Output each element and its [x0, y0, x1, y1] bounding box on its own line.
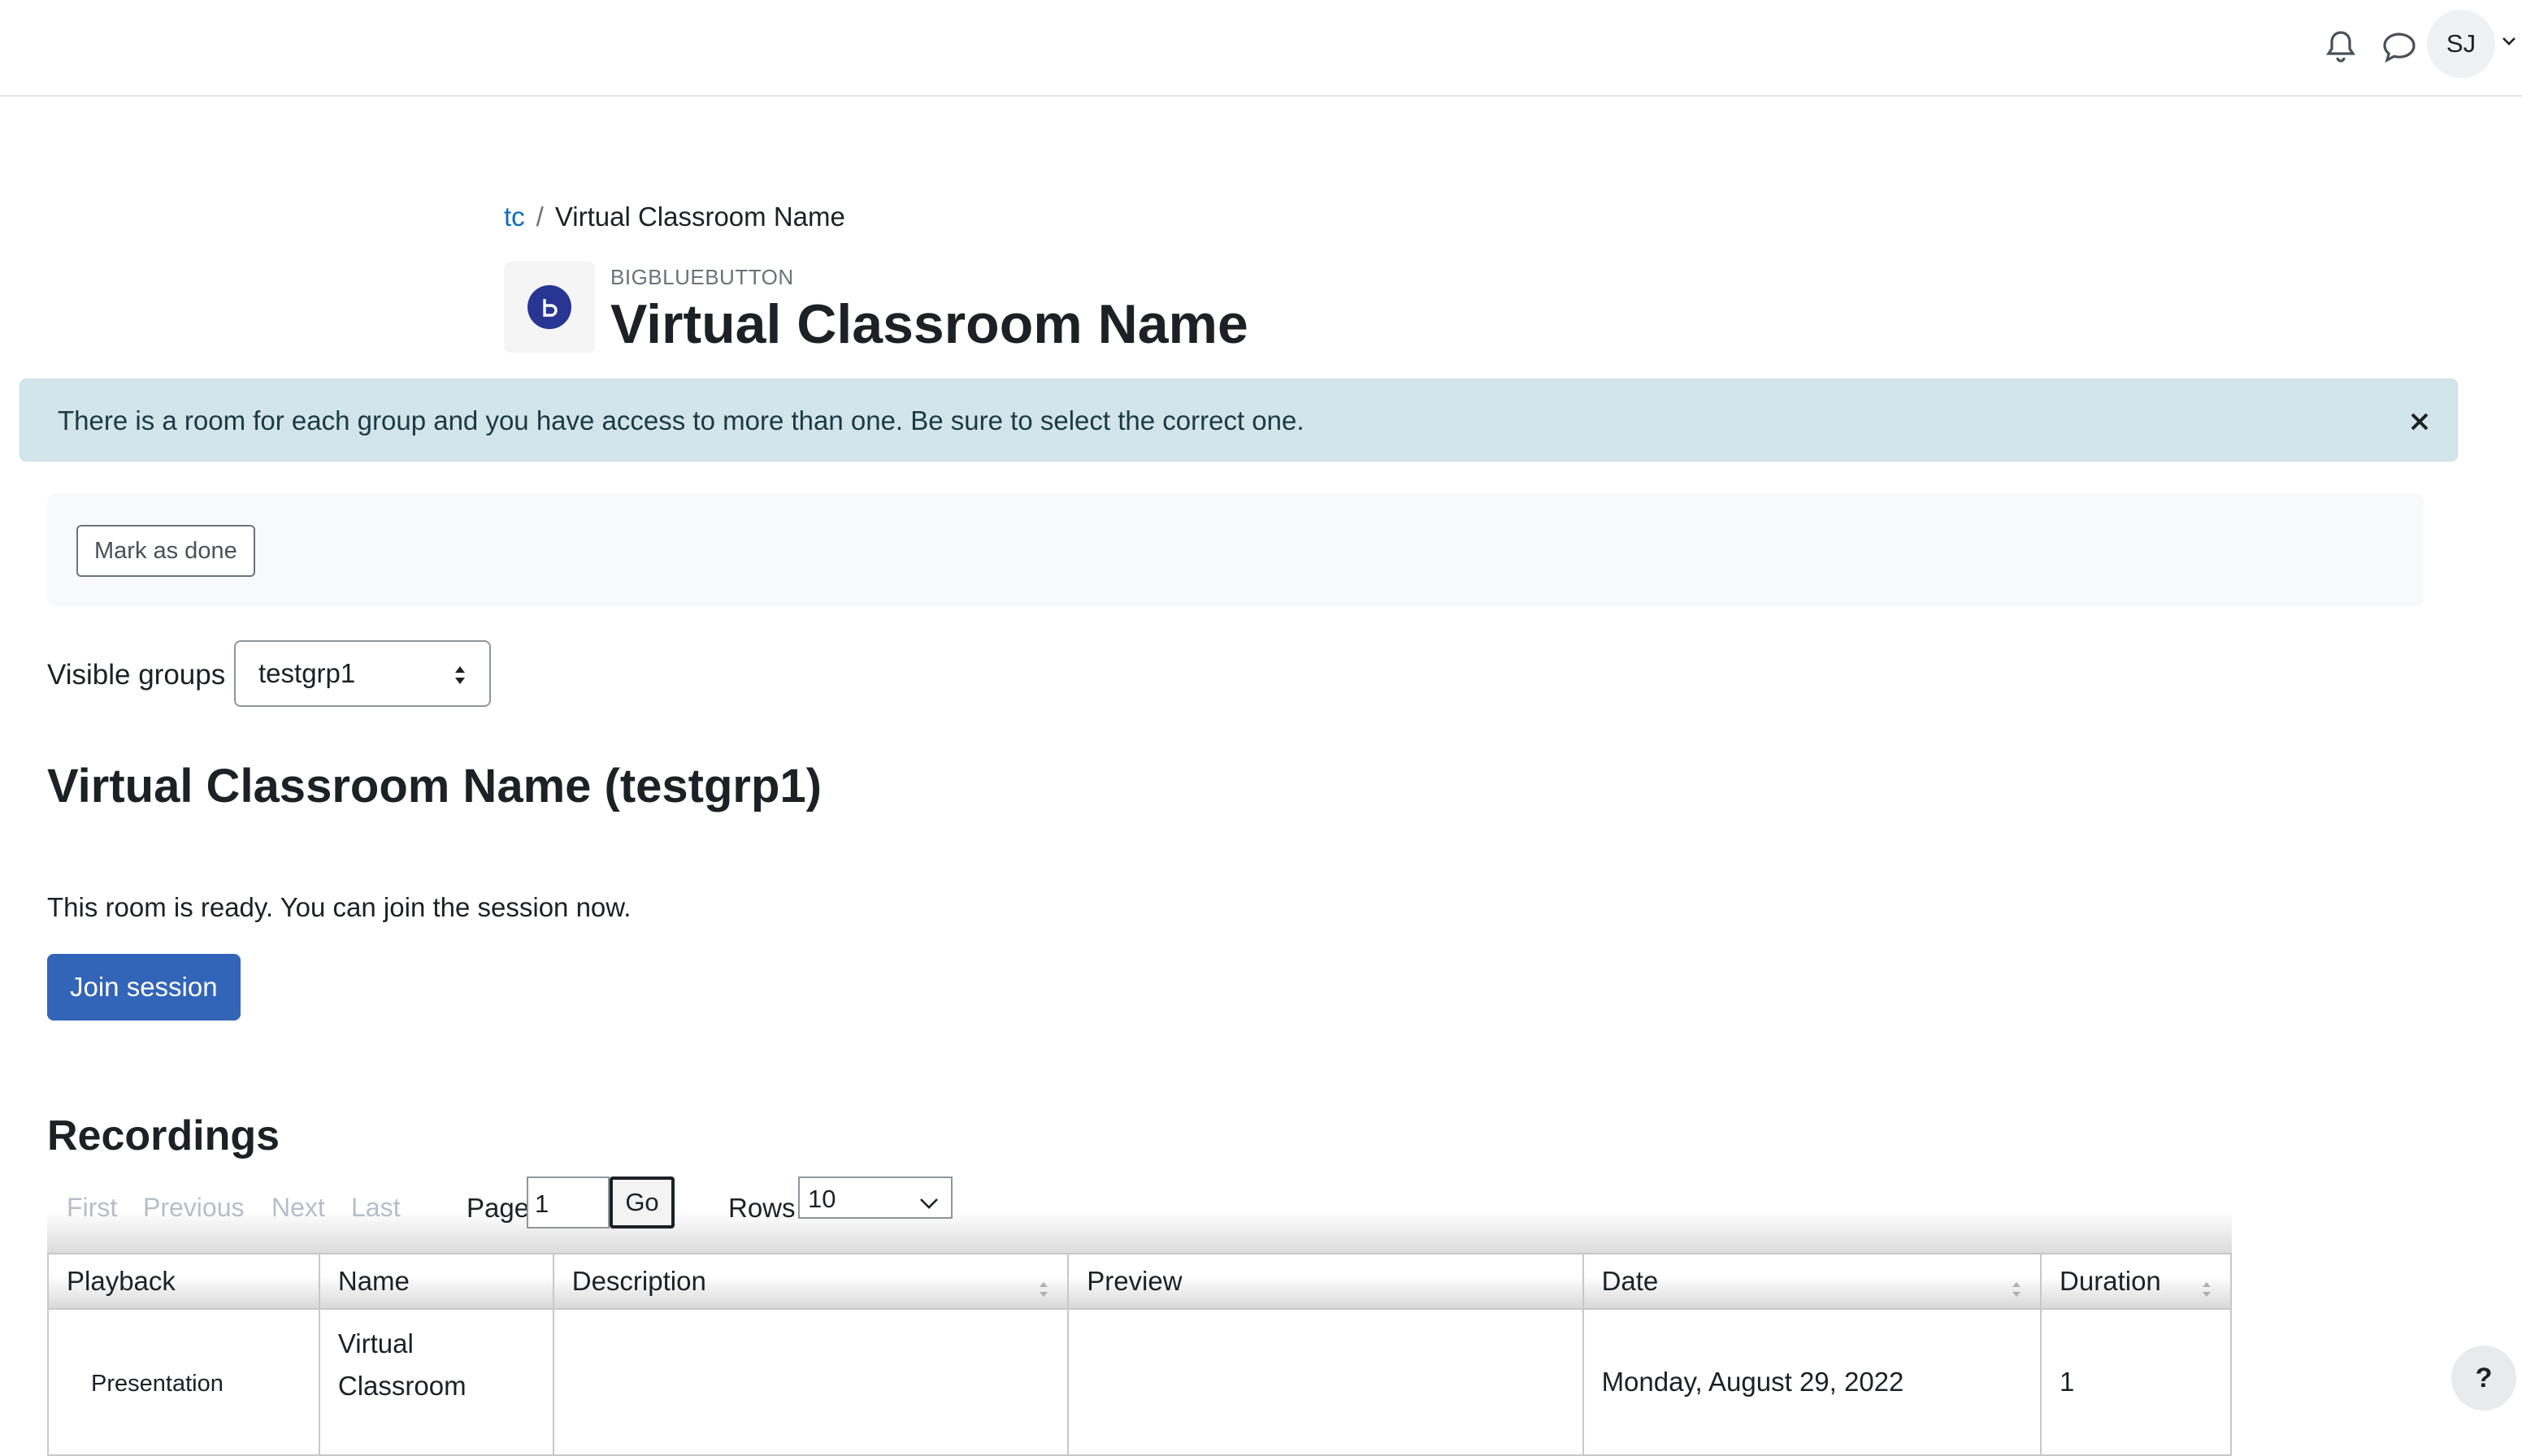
column-header-playback[interactable]: Playback [47, 1253, 320, 1310]
pager-rows-value: 10 [808, 1185, 836, 1213]
activity-type-label: BIGBLUEBUTTON [610, 265, 794, 289]
table-header-row: Playback Name Description Preview Date D… [47, 1253, 2232, 1310]
visible-groups-selected: testgrp1 [258, 658, 356, 688]
column-header-date[interactable]: Date [1582, 1253, 2042, 1310]
select-arrows-icon [452, 663, 468, 694]
cell-name: Virtual Classroom [318, 1308, 554, 1456]
cell-duration: 1 [2040, 1308, 2232, 1456]
help-button[interactable]: ? [2451, 1346, 2516, 1410]
info-alert: There is a room for each group and you h… [20, 379, 2458, 462]
pager-rows-label: Rows [728, 1193, 796, 1223]
column-header-preview[interactable]: Preview [1067, 1253, 1584, 1310]
chevron-down-icon [918, 1188, 940, 1217]
sort-icon [1036, 1276, 1051, 1306]
activity-icon-box [504, 262, 595, 353]
join-session-button[interactable]: Join session [47, 954, 241, 1020]
breadcrumb-course-link[interactable]: tc [504, 202, 525, 232]
table-row: Presentation Virtual Classroom Monday, A… [47, 1308, 2232, 1456]
breadcrumb-separator: / [536, 202, 544, 232]
bigbluebutton-icon [527, 285, 571, 329]
room-status-text: This room is ready. You can join the ses… [47, 892, 632, 922]
cell-date: Monday, August 29, 2022 [1582, 1308, 2042, 1456]
sort-icon [2009, 1276, 2024, 1306]
chevron-down-icon[interactable] [2502, 29, 2520, 54]
column-header-duration[interactable]: Duration [2040, 1253, 2232, 1310]
alert-message: There is a room for each group and you h… [58, 405, 1304, 436]
column-header-description[interactable]: Description [552, 1253, 1070, 1310]
recordings-pager: First Previous Next Last Page 1 Go Rows … [47, 1176, 2232, 1253]
top-navbar: SJ [0, 0, 2522, 97]
page-title: Virtual Classroom Name [610, 293, 1248, 355]
sort-icon [2199, 1276, 2214, 1306]
pager-last-link[interactable]: Last [351, 1193, 400, 1223]
user-avatar[interactable]: SJ [2427, 10, 2495, 78]
pager-previous-link[interactable]: Previous [143, 1193, 245, 1223]
activity-completion-panel: Mark as done [47, 494, 2424, 606]
breadcrumb: tc / Virtual Classroom Name [504, 202, 845, 232]
notifications-bell-icon[interactable] [2315, 21, 2367, 73]
messages-chat-icon[interactable] [2373, 21, 2425, 73]
visible-groups-select[interactable]: testgrp1 [234, 640, 491, 707]
close-icon[interactable] [2402, 404, 2437, 440]
column-header-name[interactable]: Name [318, 1253, 554, 1310]
pager-go-button[interactable]: Go [610, 1176, 675, 1228]
pager-page-input[interactable]: 1 [527, 1176, 610, 1228]
cell-preview [1067, 1308, 1584, 1456]
visible-groups-label: Visible groups [47, 659, 226, 691]
cell-description [552, 1308, 1070, 1456]
recordings-table: Playback Name Description Preview Date D… [47, 1253, 2232, 1456]
pager-first-link[interactable]: First [67, 1193, 117, 1223]
cell-playback: Presentation [47, 1308, 320, 1456]
user-initials: SJ [2446, 29, 2476, 58]
mark-as-done-button[interactable]: Mark as done [76, 525, 255, 577]
recordings-heading: Recordings [47, 1112, 280, 1159]
pager-page-label: Page [467, 1193, 530, 1223]
pager-rows-select[interactable]: 10 [798, 1176, 953, 1219]
room-title: Virtual Classroom Name (testgrp1) [47, 760, 822, 812]
breadcrumb-current: Virtual Classroom Name [554, 202, 845, 232]
pager-next-link[interactable]: Next [271, 1193, 325, 1223]
playback-presentation-link[interactable]: Presentation [67, 1371, 224, 1397]
